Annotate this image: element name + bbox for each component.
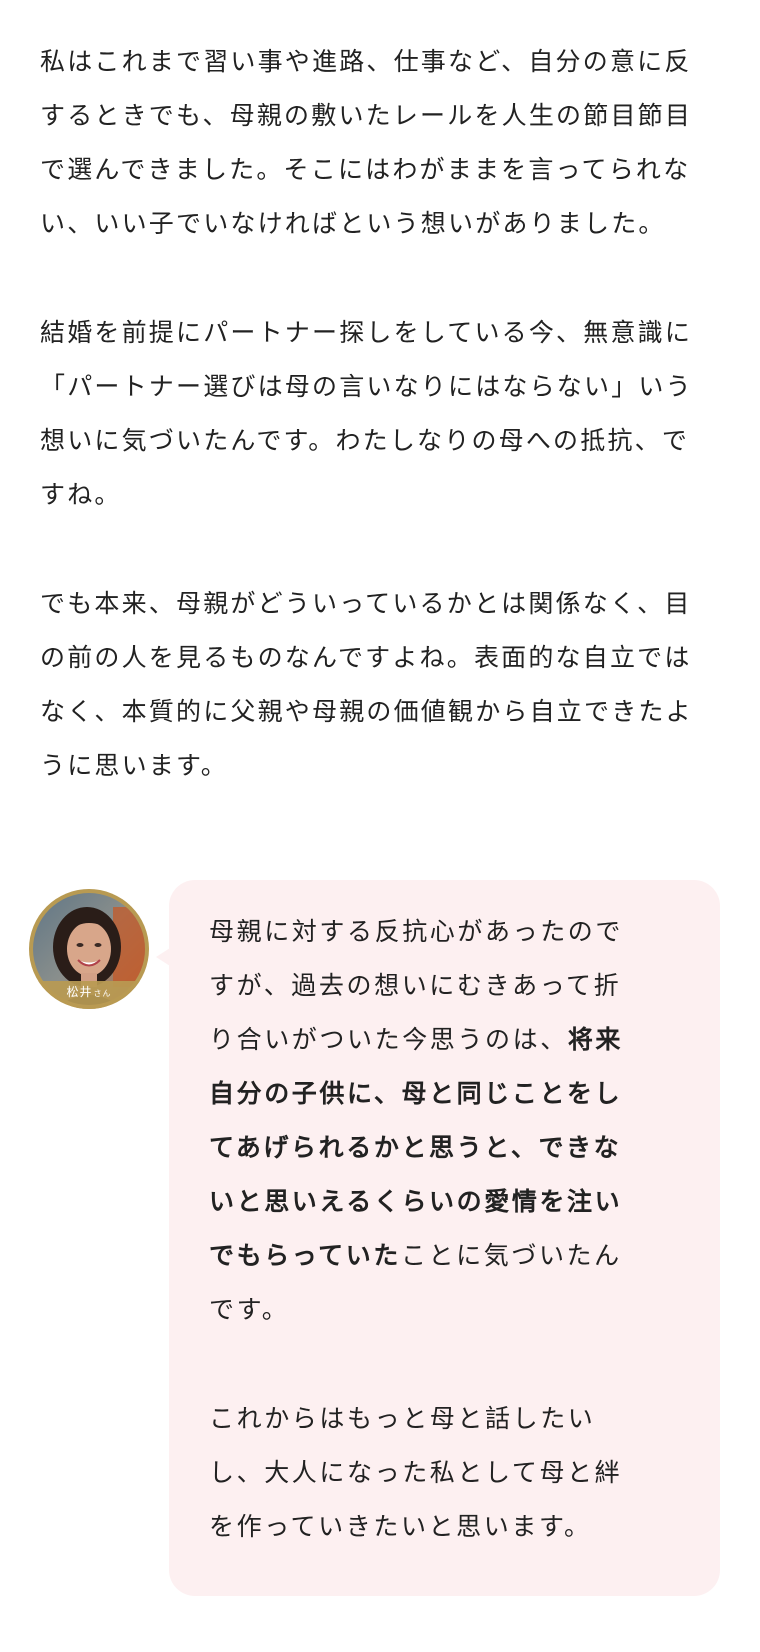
speaker-honorific: さん — [93, 989, 112, 998]
quote-line: 母親に対する反抗心があったので — [209, 917, 624, 946]
paragraph-line: 「パートナー選びは母の言いなりにはならない」いう — [40, 372, 693, 401]
quote-line: です。 — [209, 1295, 290, 1324]
paragraph-line: するときでも、母親の敷いたレールを人生の節目節目 — [40, 101, 693, 130]
paragraph-line: 私はこれまで習い事や進路、仕事など、自分の意に反 — [40, 47, 692, 76]
quote-line: てあげられるかと思うと、できな — [209, 1121, 669, 1175]
article: 私はこれまで習い事や進路、仕事など、自分の意に反 するときでも、母親の敷いたレー… — [0, 0, 760, 1652]
quote-line: り合いがついた今思うのは、将来 — [209, 1013, 669, 1067]
quote-text: ことに気づいたん — [400, 1241, 622, 1270]
quote-line: を作っていきたいと思います。 — [209, 1512, 592, 1541]
quote-line: でもらっていたことに気づいたん — [209, 1229, 669, 1283]
quote-emphasis: いと思いえるくらいの愛情を注い — [209, 1187, 623, 1216]
paragraph-line: 想いに気づいたんです。わたしなりの母への抵抗、で — [40, 426, 690, 455]
quote-paragraph: これからはもっと母と話したい し、大人になった私として母と絆 を作っていきたいと… — [209, 1392, 669, 1554]
quote-line: これからはもっと母と話したい — [209, 1404, 596, 1433]
paragraph-line: でも本来、母親がどういっているかとは関係なく、目 — [40, 589, 692, 618]
speaker-name: 松井さん — [29, 985, 149, 1001]
quote-text: り合いがついた今思うのは、 — [209, 1025, 568, 1054]
quote-line: し、大人になった私として母と絆 — [209, 1458, 623, 1487]
quote-emphasis: でもらっていた — [209, 1241, 401, 1270]
paragraph-line: すね。 — [40, 480, 122, 509]
body-paragraph: 私はこれまで習い事や進路、仕事など、自分の意に反 するときでも、母親の敷いたレー… — [40, 35, 720, 251]
paragraph-line: い、いい子でいなければという想いがありました。 — [40, 209, 666, 238]
quote-emphasis: てあげられるかと思うと、できな — [209, 1133, 622, 1162]
paragraph-line: で選んできました。そこにはわがままを言ってられな — [40, 155, 691, 184]
body-paragraph: でも本来、母親がどういっているかとは関係なく、目 の前の人を見るものなんですよね… — [40, 577, 720, 793]
body-paragraph: 結婚を前提にパートナー探しをしている今、無意識に 「パートナー選びは母の言いなり… — [40, 306, 720, 522]
quote-emphasis: 将来 — [567, 1025, 624, 1054]
speech-bubble: 母親に対する反抗心があったので すが、過去の想いにむきあって折 り合いがついた今… — [156, 880, 720, 1596]
quote-line: 自分の子供に、母と同じことをし — [209, 1067, 669, 1121]
paragraph-line: の前の人を見るものなんですよね。表面的な自立では — [40, 643, 692, 672]
quote-line: すが、過去の想いにむきあって折 — [209, 971, 622, 1000]
paragraph-line: なく、本質的に父親や母親の価値観から自立できたよ — [40, 697, 693, 726]
quote-emphasis: 自分の子供に、母と同じことをし — [209, 1079, 623, 1108]
quote-paragraph: 母親に対する反抗心があったので すが、過去の想いにむきあって折 り合いがついた今… — [209, 905, 669, 1337]
paragraph-line: うに思います。 — [40, 751, 228, 780]
speaker-name-text: 松井 — [66, 985, 93, 999]
paragraph-line: 結婚を前提にパートナー探しをしている今、無意識に — [40, 318, 693, 347]
speaker-avatar: 松井さん — [29, 889, 149, 1009]
quote-line: いと思いえるくらいの愛情を注い — [209, 1175, 669, 1229]
